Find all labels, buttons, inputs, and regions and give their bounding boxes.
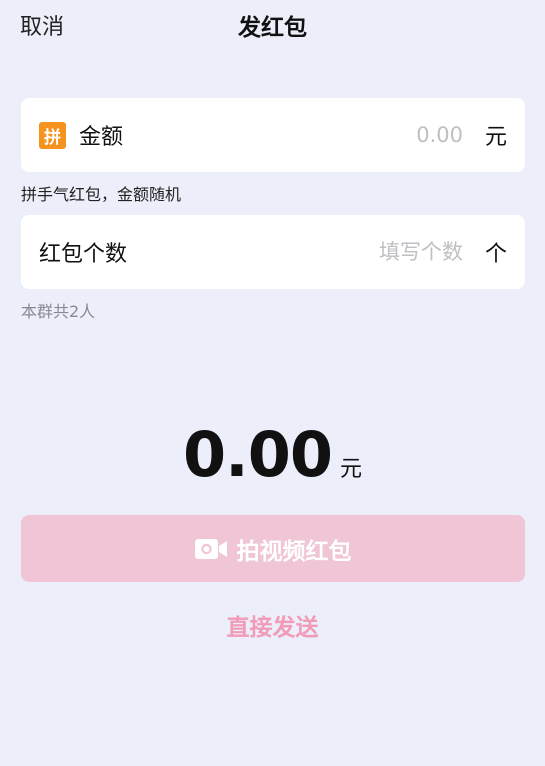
top-bar: 取消 发红包 [0,0,545,50]
total-amount: 0.00 元 [0,418,545,491]
amount-card[interactable]: 拼 金额 元 [21,98,525,172]
camera-icon [194,538,227,560]
amount-hint: 拼手气红包，金额随机 [21,185,182,204]
group-member-hint: 本群共2人 [21,302,96,321]
send-directly-link[interactable]: 直接发送 [0,608,545,642]
total-amount-value: 0.00 [183,418,333,491]
amount-label: 金额 [79,125,124,150]
shoot-video-red-packet-button[interactable]: 拍视频红包 [21,515,525,582]
amount-unit: 元 [484,125,507,150]
shoot-video-label: 拍视频红包 [236,538,352,565]
count-input[interactable] [127,240,463,264]
total-amount-unit: 元 [339,457,362,482]
count-label: 红包个数 [39,242,128,267]
count-unit: 个 [484,242,507,267]
page-title: 发红包 [238,15,307,41]
pin-badge-icon: 拼 [39,121,66,149]
amount-input[interactable] [123,123,463,147]
count-card[interactable]: 红包个数 个 [21,215,525,289]
